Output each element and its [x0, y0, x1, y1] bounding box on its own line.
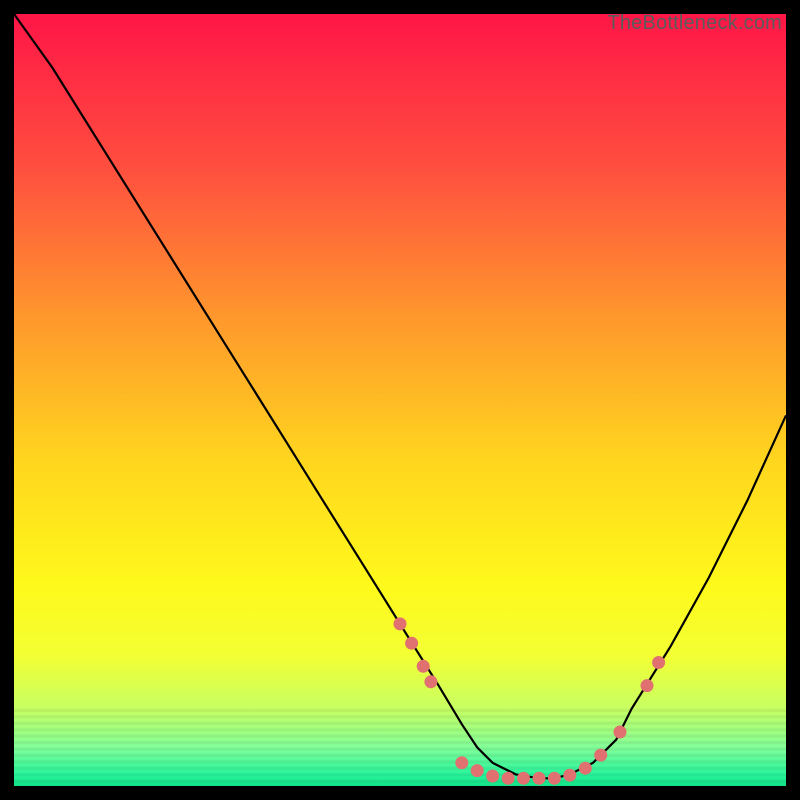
highlight-dot	[641, 679, 654, 692]
highlight-dot	[652, 656, 665, 669]
highlight-dot	[502, 772, 515, 785]
bottleneck-chart	[14, 14, 786, 786]
chart-frame: TheBottleneck.com	[14, 14, 786, 786]
highlight-dot	[486, 770, 499, 783]
watermark-text: TheBottleneck.com	[607, 12, 782, 35]
highlight-dot	[471, 764, 484, 777]
highlight-dot	[533, 772, 546, 785]
highlight-dot	[405, 637, 418, 650]
highlight-dot	[424, 675, 437, 688]
gradient-background	[14, 14, 786, 786]
highlight-dot	[614, 726, 627, 739]
highlight-dot	[594, 749, 607, 762]
highlight-dot	[579, 762, 592, 775]
highlight-dot	[455, 756, 468, 769]
highlight-dot	[394, 617, 407, 630]
highlight-dot	[517, 772, 530, 785]
highlight-dot	[548, 772, 561, 785]
highlight-dot	[563, 769, 576, 782]
highlight-dot	[417, 660, 430, 673]
